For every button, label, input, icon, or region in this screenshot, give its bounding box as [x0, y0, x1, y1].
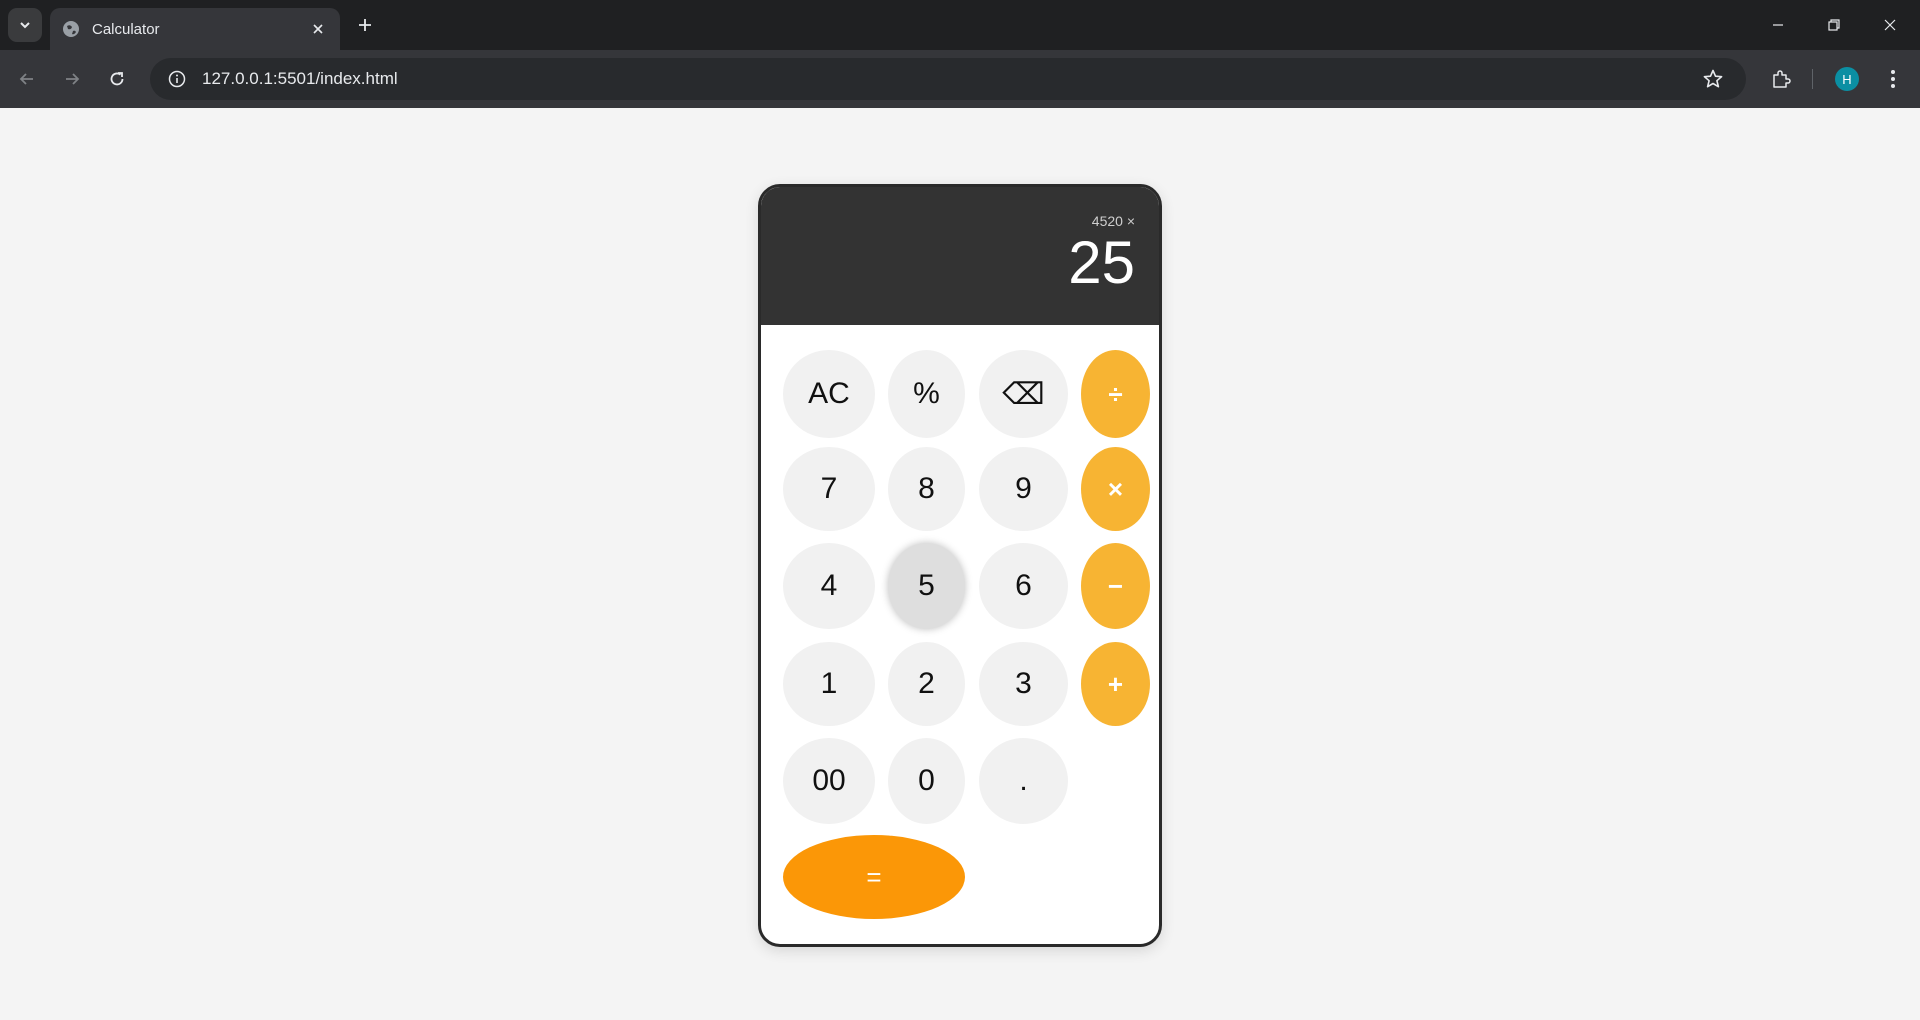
divide-button[interactable]: ÷	[1081, 350, 1150, 438]
back-button[interactable]	[10, 62, 44, 96]
percent-button[interactable]: %	[888, 350, 965, 438]
puzzle-icon	[1773, 70, 1791, 88]
tab-calculator[interactable]: Calculator	[50, 8, 340, 50]
url-text: 127.0.0.1:5501/index.html	[202, 69, 398, 88]
result-text: 25	[1068, 229, 1135, 296]
plus-button[interactable]: +	[1081, 642, 1150, 726]
digit-9-button[interactable]: 9	[979, 447, 1068, 531]
minimize-button[interactable]	[1758, 8, 1798, 42]
multiply-button[interactable]: ×	[1081, 447, 1150, 531]
restore-icon	[1828, 19, 1840, 31]
address-bar[interactable]: 127.0.0.1:5501/index.html	[150, 58, 1746, 100]
digit-7-button[interactable]: 7	[783, 447, 875, 531]
digit-4-button[interactable]: 4	[783, 543, 875, 629]
new-tab-button[interactable]	[350, 12, 380, 38]
backspace-button[interactable]: ⌫	[979, 350, 1068, 438]
reload-button[interactable]	[100, 62, 134, 96]
digit-8-button[interactable]: 8	[888, 447, 965, 531]
tab-close-icon[interactable]	[308, 19, 328, 39]
site-info-button[interactable]	[164, 66, 190, 92]
reload-icon	[110, 72, 124, 86]
calculator-display: 4520 × 25	[761, 187, 1159, 325]
plus-icon	[359, 19, 371, 31]
arrow-right-icon	[66, 73, 80, 85]
more-vertical-icon	[1891, 70, 1895, 88]
chevron-down-icon	[20, 22, 30, 29]
tab-search-button[interactable]	[8, 8, 42, 42]
browser-menu-button[interactable]	[1876, 62, 1910, 96]
page-content: 4520 × 25 AC % ⌫ ÷ 7 8 9 × 4 5 6 − 1 2 3…	[0, 108, 1920, 1020]
digit-1-button[interactable]: 1	[783, 642, 875, 726]
forward-button[interactable]	[55, 62, 89, 96]
expression-text: 4520 ×	[1091, 213, 1135, 229]
bookmark-star-icon[interactable]	[1702, 68, 1724, 90]
calculator: 4520 × 25 AC % ⌫ ÷ 7 8 9 × 4 5 6 − 1 2 3…	[758, 184, 1162, 947]
restore-button[interactable]	[1814, 8, 1854, 42]
toolbar-divider	[1812, 69, 1813, 89]
digit-2-button[interactable]: 2	[888, 642, 965, 726]
close-icon	[1884, 19, 1896, 31]
tab-bar: Calculator	[0, 0, 1920, 50]
digit-3-button[interactable]: 3	[979, 642, 1068, 726]
globe-icon	[63, 21, 79, 37]
double-zero-button[interactable]: 00	[783, 738, 875, 824]
equals-button[interactable]: =	[783, 835, 965, 919]
minimize-icon	[1773, 24, 1783, 26]
arrow-left-icon	[19, 73, 33, 85]
minus-button[interactable]: −	[1081, 543, 1150, 629]
close-window-button[interactable]	[1870, 8, 1910, 42]
avatar: H	[1835, 67, 1859, 91]
digit-6-button[interactable]: 6	[979, 543, 1068, 629]
browser-toolbar: 127.0.0.1:5501/index.html H	[0, 50, 1920, 108]
digit-5-button[interactable]: 5	[888, 543, 965, 629]
extensions-button[interactable]	[1764, 62, 1798, 96]
profile-button[interactable]: H	[1830, 62, 1864, 96]
decimal-button[interactable]: .	[979, 738, 1068, 824]
digit-0-button[interactable]: 0	[888, 738, 965, 824]
info-icon	[168, 70, 186, 88]
all-clear-button[interactable]: AC	[783, 350, 875, 438]
tab-title: Calculator	[92, 20, 160, 38]
